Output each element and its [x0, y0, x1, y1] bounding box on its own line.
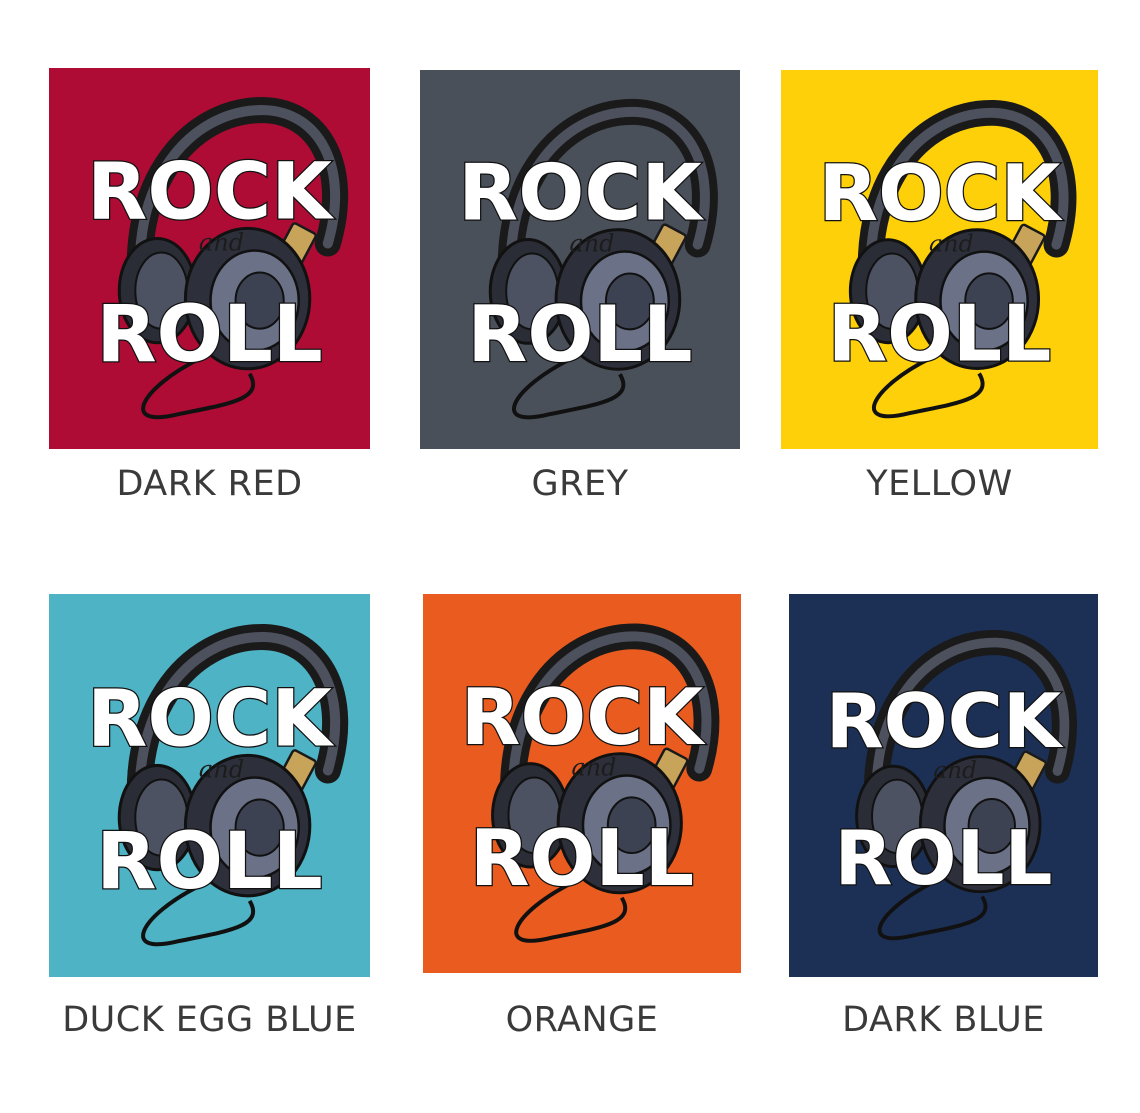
swatch-panel: ROCK and ROLL — [781, 70, 1098, 449]
word-and: and — [572, 754, 617, 782]
word-rock: ROCK — [87, 673, 334, 764]
word-and: and — [933, 757, 977, 784]
word-roll: ROLL — [470, 814, 694, 904]
word-rock: ROCK — [819, 149, 1064, 239]
word-roll: ROLL — [828, 290, 1052, 380]
word-roll: ROLL — [835, 814, 1053, 902]
swatch-panel: ROCK and ROLL — [420, 70, 740, 449]
word-rock: ROCK — [87, 146, 334, 237]
headphones-icon: ROCKand ROLL — [824, 630, 1077, 941]
swatch-yellow[interactable]: ROCK and ROLL YELLOW — [781, 70, 1098, 518]
swatch-panel: ROCK and ROLL — [423, 594, 741, 973]
swatch-panel: ROCK and ROLL — [49, 594, 370, 977]
headphones-icon: ROCKand ROLL — [86, 97, 349, 420]
swatch-label: YELLOW — [866, 464, 1013, 504]
word-rock: ROCK — [458, 149, 704, 239]
word-rock: ROCK — [461, 673, 706, 763]
word-and: and — [199, 755, 244, 783]
swatch-panel: ROCK and ROLL — [789, 594, 1098, 977]
swatch-dark-blue[interactable]: ROCK and ROLL DARK BLUE — [789, 594, 1098, 1054]
swatch-label: ORANGE — [505, 1000, 659, 1040]
headphones-icon: ROCKand ROLL — [460, 623, 720, 943]
swatch-label: GREY — [531, 464, 629, 504]
word-roll: ROLL — [96, 816, 322, 907]
headphones-icon: ROCKand ROLL — [457, 98, 718, 420]
word-and: and — [199, 228, 244, 256]
headphones-icon: ROCKand ROLL — [86, 623, 349, 947]
word-roll: ROLL — [467, 290, 692, 380]
word-and: and — [929, 230, 974, 258]
swatch-label: DARK BLUE — [842, 1000, 1045, 1040]
swatch-panel: ROCK and ROLL — [49, 68, 370, 449]
swatch-dark-red[interactable]: ROCK and ROLL DARK RED — [49, 68, 370, 518]
swatch-duck-egg-blue[interactable]: ROCK and ROLL DUCK EGG BLUE — [49, 594, 370, 1054]
headphones-icon: ROCKand ROLL — [817, 100, 1077, 419]
word-roll: ROLL — [96, 289, 322, 380]
swatch-label: DUCK EGG BLUE — [62, 1000, 357, 1040]
swatch-orange[interactable]: ROCK and ROLL ORANGE — [423, 594, 741, 1054]
word-rock: ROCK — [826, 677, 1064, 765]
swatch-grey[interactable]: ROCK and ROLL GREY — [420, 70, 740, 518]
swatch-label: DARK RED — [116, 464, 303, 504]
word-and: and — [569, 230, 614, 258]
